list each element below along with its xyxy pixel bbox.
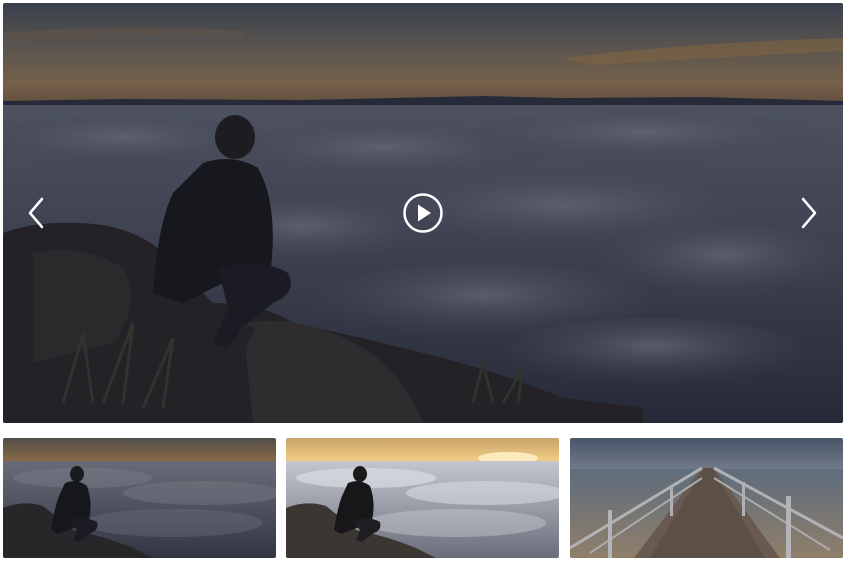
chevron-right-icon (801, 197, 817, 229)
thumbnail-3[interactable] (570, 438, 843, 558)
thumbnail-2[interactable] (286, 438, 559, 558)
chevron-left-icon (28, 197, 44, 229)
play-video-button[interactable] (402, 192, 444, 234)
previous-slide-button[interactable] (21, 193, 51, 233)
next-slide-button[interactable] (794, 193, 824, 233)
thumbnail-1[interactable] (3, 438, 276, 558)
image-gallery (0, 0, 846, 562)
play-circle-icon (403, 193, 443, 233)
thumbnail-strip (3, 438, 843, 558)
